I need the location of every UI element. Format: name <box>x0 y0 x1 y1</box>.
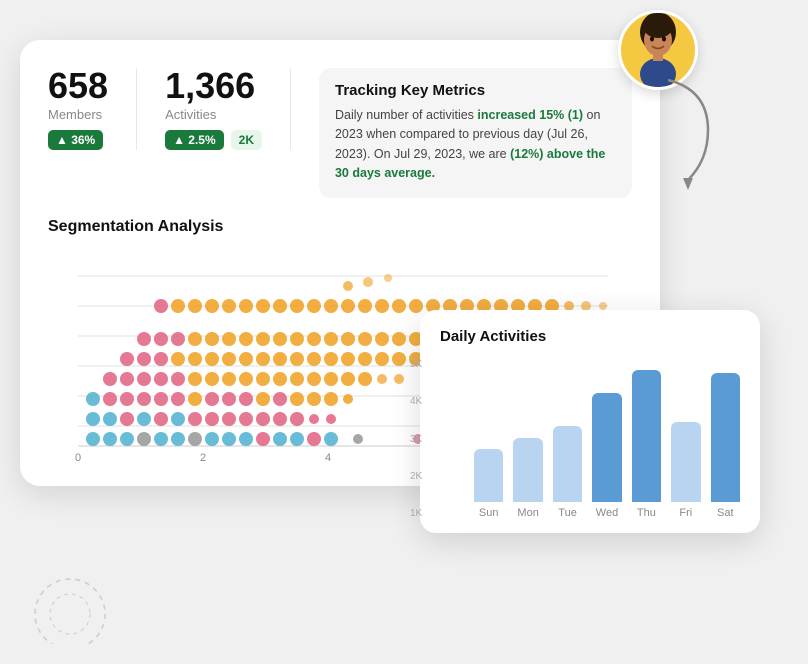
svg-text:0: 0 <box>75 452 81 464</box>
bar-label-thu: Thu <box>637 507 656 519</box>
bar-wed <box>592 393 621 502</box>
activities-badge2: 2K <box>231 130 262 150</box>
bar-sun <box>474 449 503 502</box>
activities-badges: ▲ 2.5% 2K <box>165 130 262 150</box>
y-axis: 5K 4K 3K 2K 1K <box>410 359 422 519</box>
bar-col-sun: Sun <box>474 449 503 519</box>
bar-label-fri: Fri <box>679 507 692 519</box>
highlight-average: (12%) above the 30 days average. <box>335 147 605 180</box>
members-label: Members <box>48 107 108 122</box>
bar-sat <box>711 373 740 502</box>
svg-text:4: 4 <box>325 452 331 464</box>
y-label-2k: 2K <box>410 471 422 482</box>
bar-fri <box>671 422 700 502</box>
y-label-4k: 4K <box>410 396 422 407</box>
bar-col-sat: Sat <box>711 373 740 519</box>
tracking-title: Tracking Key Metrics <box>335 82 616 99</box>
daily-activities-card: Daily Activities 5K 4K 3K 2K 1K SunMonTu… <box>420 310 760 533</box>
activities-label: Activities <box>165 107 262 122</box>
members-badge: ▲ 36% <box>48 130 103 150</box>
y-label-3k: 3K <box>410 434 422 445</box>
bar-label-wed: Wed <box>596 507 618 519</box>
bar-label-sun: Sun <box>479 507 499 519</box>
svg-text:2: 2 <box>200 452 206 464</box>
bar-col-tue: Tue <box>553 426 582 519</box>
bar-chart-wrapper: 5K 4K 3K 2K 1K SunMonTueWedThuFriSat <box>440 359 740 519</box>
highlight-increased: increased 15% (1) <box>477 108 583 122</box>
activities-count: 1,366 <box>165 68 262 104</box>
metrics-row: 658 Members ▲ 36% 1,366 Activities ▲ 2.5… <box>48 68 632 198</box>
scene: 658 Members ▲ 36% 1,366 Activities ▲ 2.5… <box>0 0 808 664</box>
bar-chart: Sun Mon Tue Wed Thu Fri Sat <box>474 359 740 519</box>
bar-chart-inner: Sun Mon Tue Wed Thu Fri Sat <box>474 359 740 519</box>
activities-metric: 1,366 Activities ▲ 2.5% 2K <box>165 68 291 150</box>
segmentation-title: Segmentation Analysis <box>48 218 632 236</box>
curved-arrow <box>648 70 728 190</box>
tracking-box: Tracking Key Metrics Daily number of act… <box>319 68 632 198</box>
bar-col-wed: Wed <box>592 393 621 519</box>
bar-label-tue: Tue <box>558 507 577 519</box>
bar-thu <box>632 370 661 502</box>
members-metric: 658 Members ▲ 36% <box>48 68 137 150</box>
bar-col-mon: Mon <box>513 438 542 519</box>
activities-badge: ▲ 2.5% <box>165 130 224 150</box>
y-label-1k: 1K <box>410 508 422 519</box>
daily-activities-title: Daily Activities <box>440 328 740 345</box>
deco-circles <box>30 564 150 644</box>
bar-tue <box>553 426 582 502</box>
bar-col-fri: Fri <box>671 422 700 519</box>
tracking-text: Daily number of activities increased 15%… <box>335 106 616 184</box>
bar-label-sat: Sat <box>717 507 734 519</box>
y-label-5k: 5K <box>410 359 422 370</box>
members-count: 658 <box>48 68 108 104</box>
members-badges: ▲ 36% <box>48 130 108 150</box>
bar-label-mon: Mon <box>517 507 538 519</box>
bar-mon <box>513 438 542 502</box>
bar-col-thu: Thu <box>632 370 661 519</box>
